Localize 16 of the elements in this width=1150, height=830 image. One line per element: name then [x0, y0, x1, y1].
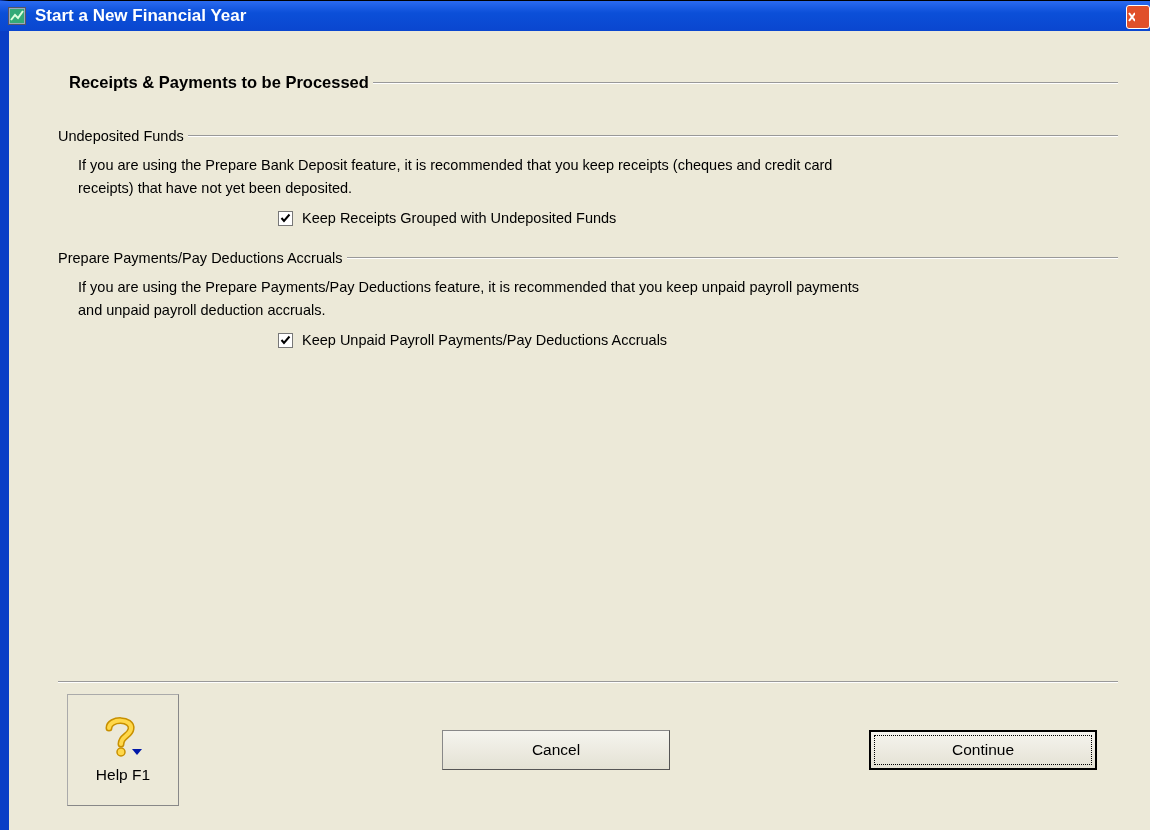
help-button[interactable]: Help F1 — [67, 694, 179, 806]
chart-icon — [8, 7, 26, 25]
group-title: Prepare Payments/Pay Deductions Accruals — [58, 250, 343, 266]
section-heading: Receipts & Payments to be Processed — [69, 73, 369, 92]
window-title: Start a New Financial Year — [35, 6, 247, 26]
option-checkbox[interactable]: Keep Unpaid Payroll Payments/Pay Deductions Accruals — [278, 332, 668, 348]
close-icon — [1127, 10, 1135, 24]
dialog-button[interactable]: Cancel — [442, 730, 670, 770]
close-button[interactable] — [1126, 5, 1150, 29]
dialog-button[interactable]: Continue — [869, 730, 1097, 770]
description-text: If you are using the Prepare Bank Deposit feature, it is recommended that you keep receipts (cheques and credit card receipts) that have not yet been deposited. — [78, 156, 834, 198]
description-text: If you are using the Prepare Payments/Pay Deductions feature, it is recommended that you keep unpaid payroll payments and unpaid payroll deduction accruals. — [78, 278, 861, 320]
option-checkbox[interactable]: Keep Receipts Grouped with Undeposited Funds — [278, 210, 617, 226]
check-icon — [280, 212, 291, 224]
group-title: Undeposited Funds — [58, 128, 184, 144]
check-icon — [280, 334, 291, 346]
